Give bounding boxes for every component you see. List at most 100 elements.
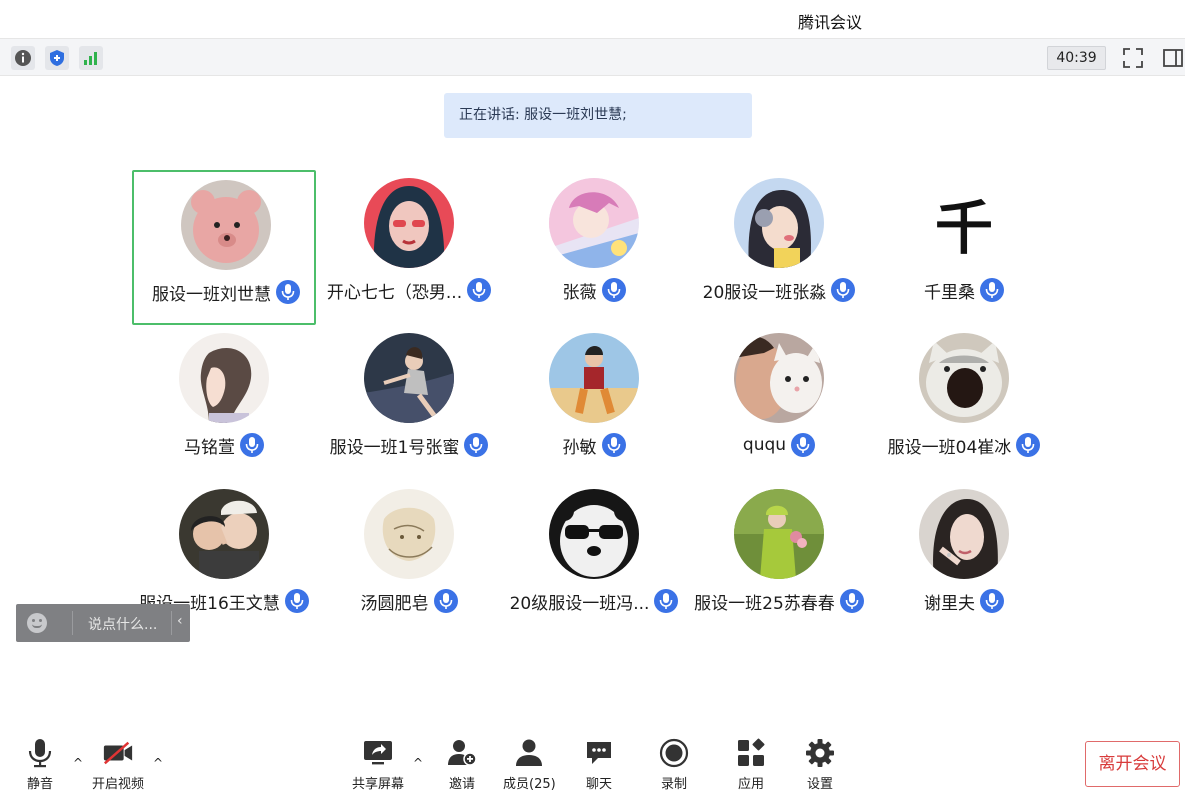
window-title: 腾讯会议 — [797, 13, 862, 32]
avatar — [549, 489, 639, 579]
security-shield-icon[interactable] — [45, 46, 69, 70]
divider — [171, 611, 172, 635]
chat-placeholder[interactable]: 说点什么... — [88, 614, 157, 634]
settings-label: 设置 — [806, 777, 833, 792]
video-label: 开启视频 — [92, 777, 145, 792]
gear-icon — [804, 737, 836, 769]
share-screen-button[interactable]: 共享屏幕 — [352, 737, 404, 793]
participant-tile[interactable]: 马铭萱 — [132, 325, 316, 480]
participant-name-row: 20服设一班张淼 — [687, 276, 871, 304]
mic-icon — [826, 278, 856, 302]
participant-tile[interactable]: 20服设一班张淼 — [687, 170, 871, 325]
info-icon[interactable] — [11, 46, 35, 70]
avatar — [364, 489, 454, 579]
participant-tile[interactable]: 服设一班25苏春春 — [687, 481, 871, 636]
bottom-toolbar: 静音 ^ 开启视频 ^ 共享屏幕 ^ 邀请 成员(25) 聊天 录制 应用 设置… — [0, 722, 1185, 798]
emoji-icon[interactable] — [27, 613, 47, 633]
participant-name: 张薇 — [562, 282, 597, 303]
participant-name-row: 服设一班刘世慧 — [134, 278, 318, 306]
invite-button[interactable]: 邀请 — [446, 737, 478, 793]
share-label: 共享屏幕 — [352, 777, 405, 792]
participant-name: 孙敏 — [562, 437, 597, 458]
participant-name: 千里桑 — [924, 282, 975, 303]
participant-tile[interactable]: 开心七七（恐男... — [317, 170, 501, 325]
invite-label: 邀请 — [448, 777, 475, 792]
mic-icon — [597, 433, 626, 457]
avatar — [179, 333, 269, 423]
mic-icon — [597, 278, 626, 302]
avatar: 千 — [919, 178, 1009, 268]
avatar — [364, 333, 454, 423]
video-off-icon — [102, 737, 134, 769]
participant-name: 20级服设一班冯... — [509, 593, 650, 614]
divider — [72, 611, 73, 635]
participant-name-row: 孙敏 — [502, 431, 686, 459]
mic-icon — [1011, 433, 1041, 457]
avatar — [549, 178, 639, 268]
participant-tile[interactable]: 20级服设一班冯... — [502, 481, 686, 636]
share-screen-icon — [362, 737, 394, 769]
start-video-button[interactable]: 开启视频 — [92, 737, 144, 793]
mic-icon — [786, 433, 816, 457]
participant-name: 服设一班1号张蜜 — [329, 437, 460, 458]
settings-button[interactable]: 设置 — [804, 737, 836, 793]
mic-icon — [649, 589, 679, 613]
chat-button[interactable]: 聊天 — [583, 737, 615, 793]
video-options-chevron-icon[interactable]: ^ — [153, 756, 163, 770]
apps-label: 应用 — [737, 777, 764, 792]
participant-tile[interactable]: 服设一班1号张蜜 — [317, 325, 501, 480]
participant-name-row: 服设一班25苏春春 — [687, 587, 871, 615]
participant-tile[interactable]: 服设一班04崔冰 — [872, 325, 1056, 480]
participant-tile[interactable]: ququ — [687, 325, 871, 480]
participant-name-row: 20级服设一班冯... — [502, 587, 686, 615]
mute-button[interactable]: 静音 — [24, 737, 56, 793]
participant-name-row: 千里桑 — [872, 276, 1056, 304]
participant-tile[interactable]: 谢里夫 — [872, 481, 1056, 636]
avatar — [919, 333, 1009, 423]
avatar — [734, 333, 824, 423]
participant-name-row: 张薇 — [502, 276, 686, 304]
apps-grid-icon — [735, 737, 767, 769]
avatar — [549, 333, 639, 423]
network-signal-icon[interactable] — [79, 46, 103, 70]
participant-name-row: 汤圆肥皂 — [317, 587, 501, 615]
avatar — [734, 489, 824, 579]
chat-input-box[interactable]: 说点什么... ‹ — [16, 604, 190, 642]
participant-tile[interactable]: 张薇 — [502, 170, 686, 325]
participant-name-row: ququ — [687, 431, 871, 459]
avatar — [364, 178, 454, 268]
collapse-chevron-icon[interactable]: ‹ — [177, 613, 183, 629]
speaking-banner: 正在讲话: 服设一班刘世慧; — [444, 93, 752, 138]
participant-tile[interactable]: 服设一班刘世慧 — [132, 170, 316, 325]
mic-icon — [271, 280, 300, 304]
avatar — [734, 178, 824, 268]
participant-name-row: 开心七七（恐男... — [317, 276, 501, 304]
avatar — [181, 180, 271, 270]
mic-icon — [459, 433, 489, 457]
mute-label: 静音 — [26, 777, 53, 792]
fullscreen-icon[interactable] — [1121, 46, 1145, 70]
participant-name: 谢里夫 — [924, 593, 975, 614]
participant-name: 汤圆肥皂 — [360, 593, 429, 614]
chat-label: 聊天 — [585, 777, 612, 792]
participant-name-row: 服设一班1号张蜜 — [317, 431, 501, 459]
leave-meeting-button[interactable]: 离开会议 — [1085, 741, 1180, 787]
participant-name: 服设一班04崔冰 — [887, 437, 1012, 458]
participant-name: 服设一班25苏春春 — [694, 593, 835, 614]
apps-button[interactable]: 应用 — [735, 737, 767, 793]
add-person-icon — [446, 737, 478, 769]
members-label: 成员(25) — [503, 777, 556, 792]
microphone-icon — [24, 737, 56, 769]
mic-icon — [280, 589, 309, 613]
participant-tile[interactable]: 孙敏 — [502, 325, 686, 480]
chat-bubble-icon — [583, 737, 615, 769]
sidebar-toggle-icon[interactable] — [1161, 46, 1185, 70]
members-button[interactable]: 成员(25) — [503, 737, 556, 793]
title-bar: 腾讯会议 — [0, 0, 1185, 38]
participant-tile[interactable]: 千千里桑 — [872, 170, 1056, 325]
participant-tile[interactable]: 汤圆肥皂 — [317, 481, 501, 636]
record-button[interactable]: 录制 — [658, 737, 690, 793]
participant-name-row: 马铭萱 — [132, 431, 316, 459]
share-options-chevron-icon[interactable]: ^ — [413, 756, 423, 770]
mute-options-chevron-icon[interactable]: ^ — [73, 756, 83, 770]
